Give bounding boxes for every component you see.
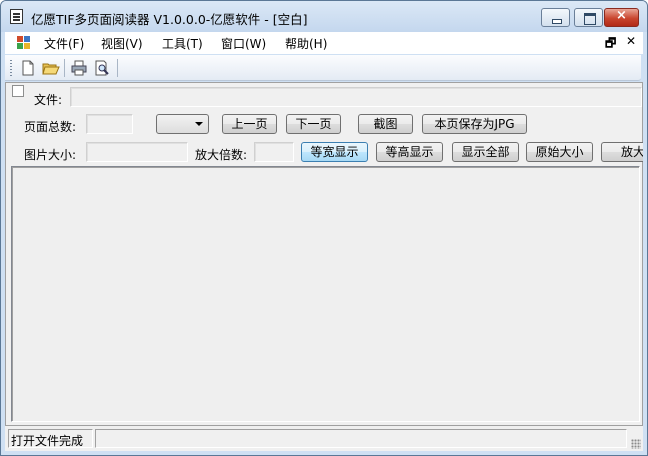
menu-bar: 文件(F) 视图(V) 工具(T) 窗口(W) 帮助(H) 🗗 ✕: [5, 32, 643, 54]
page-select-dropdown[interactable]: [156, 114, 209, 134]
zoom-field[interactable]: [254, 142, 294, 162]
screenshot-button[interactable]: 截图: [358, 114, 413, 134]
mdi-close-icon[interactable]: ✕: [626, 34, 636, 48]
original-size-button[interactable]: 原始大小: [526, 142, 593, 162]
save-jpg-button[interactable]: 本页保存为JPG: [422, 114, 527, 134]
panel-checkbox[interactable]: [12, 85, 24, 97]
file-label: 文件:: [34, 93, 63, 107]
next-page-button[interactable]: 下一页: [286, 114, 341, 134]
image-size-field[interactable]: [86, 142, 188, 162]
zoom-in-button[interactable]: 放大: [601, 142, 643, 162]
status-message: 打开文件完成: [11, 434, 84, 448]
title-bar[interactable]: 亿愿TIF多页面阅读器 V1.0.0.0-亿愿软件 - [空白] ×: [1, 1, 647, 32]
fit-width-button[interactable]: 等宽显示: [301, 142, 368, 162]
status-bar: 打开文件完成: [5, 426, 643, 451]
menu-help[interactable]: 帮助(H): [285, 35, 327, 52]
new-file-icon[interactable]: [19, 59, 37, 77]
resize-grip-icon[interactable]: [631, 439, 641, 449]
minimize-button[interactable]: [541, 8, 570, 27]
image-size-label: 图片大小:: [24, 148, 77, 162]
status-pane-secondary: [95, 429, 627, 448]
menu-file[interactable]: 文件(F): [44, 35, 84, 52]
menu-window[interactable]: 窗口(W): [221, 35, 266, 52]
status-pane-message: 打开文件完成: [8, 429, 93, 448]
menu-tools[interactable]: 工具(T): [162, 35, 203, 52]
file-path-field[interactable]: [70, 87, 642, 107]
toolbar: [5, 55, 641, 81]
prev-page-button[interactable]: 上一页: [222, 114, 277, 134]
toolbar-separator: [117, 59, 118, 77]
main-window: 亿愿TIF多页面阅读器 V1.0.0.0-亿愿软件 - [空白] × 文件(F)…: [0, 0, 648, 456]
mdi-child-window-icon[interactable]: [17, 36, 31, 50]
window-title: 亿愿TIF多页面阅读器 V1.0.0.0-亿愿软件 - [空白]: [31, 12, 308, 27]
print-preview-icon[interactable]: [93, 59, 111, 77]
close-button[interactable]: ×: [604, 8, 639, 27]
mdi-restore-icon[interactable]: 🗗: [605, 34, 616, 55]
page-count-field[interactable]: [86, 114, 133, 134]
maximize-button[interactable]: [574, 8, 603, 27]
print-icon[interactable]: [70, 59, 88, 77]
open-folder-icon[interactable]: [42, 59, 60, 77]
page-count-label: 页面总数:: [24, 120, 77, 134]
document-panel: 文件: 页面总数: 上一页 下一页 截图 本页保存为JPG 图片大小: 放大倍数…: [5, 82, 643, 426]
menu-view[interactable]: 视图(V): [101, 35, 143, 52]
app-document-icon: [10, 9, 23, 24]
show-all-button[interactable]: 显示全部: [452, 142, 519, 162]
fit-height-button[interactable]: 等高显示: [376, 142, 443, 162]
close-icon: ×: [616, 8, 627, 23]
toolbar-separator: [64, 59, 65, 77]
toolbar-grip[interactable]: [10, 60, 12, 76]
zoom-label: 放大倍数:: [195, 148, 248, 162]
image-viewer-area[interactable]: [11, 166, 640, 422]
